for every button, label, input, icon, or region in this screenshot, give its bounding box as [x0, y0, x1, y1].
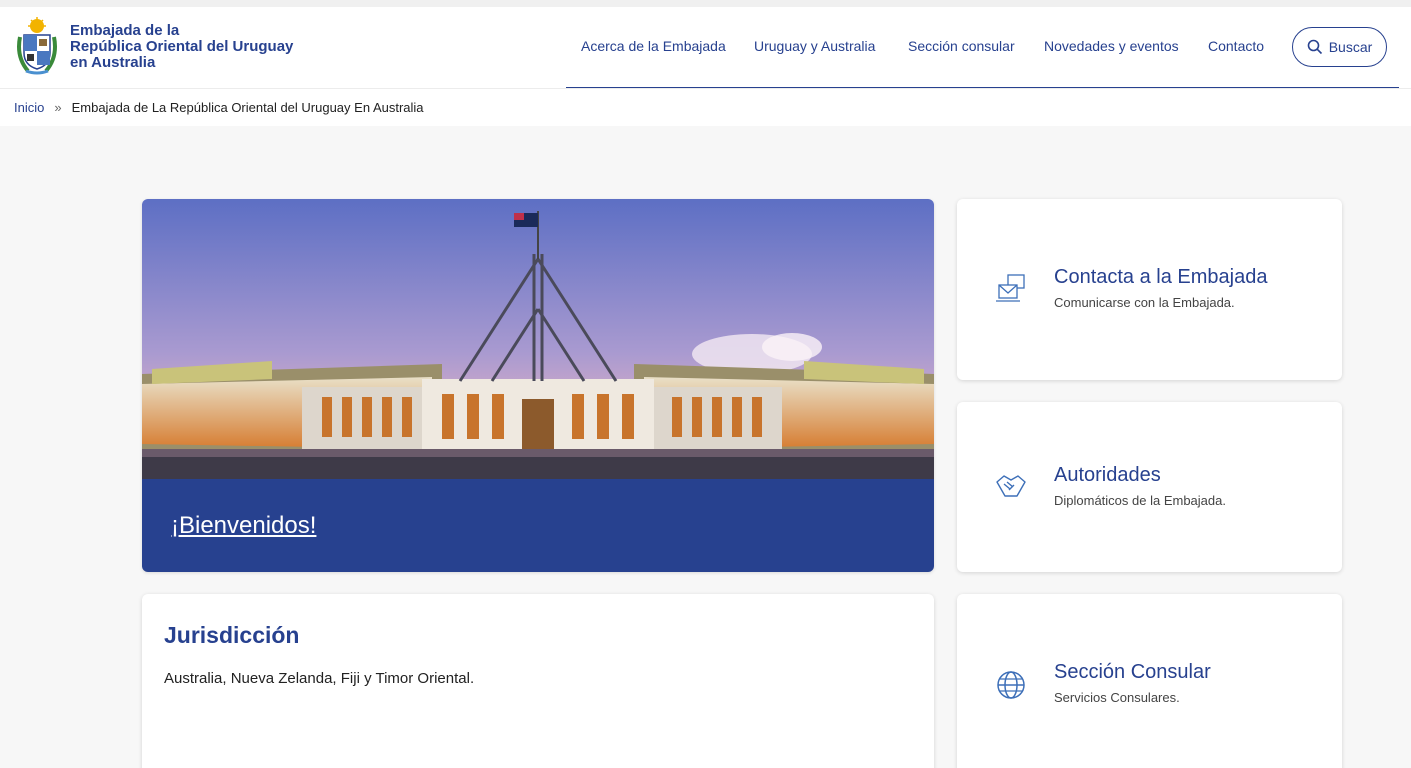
card-contacta[interactable]: Contacta a la Embajada Comunicarse con l…: [957, 199, 1342, 380]
nav-contacto[interactable]: Contacto: [1208, 38, 1264, 54]
hero-title-link[interactable]: ¡Bienvenidos!: [171, 512, 316, 540]
card-autoridades[interactable]: Autoridades Diplomáticos de la Embajada.: [957, 402, 1342, 572]
card-contacta-title: Contacta a la Embajada: [1054, 266, 1268, 288]
card-seccion-consular[interactable]: Sección Consular Servicios Consulares.: [957, 594, 1342, 768]
jurisdiction-card: Jurisdicción Australia, Nueva Zelanda, F…: [142, 594, 934, 768]
breadcrumb-separator: »: [54, 100, 62, 115]
nav-acerca[interactable]: Acerca de la Embajada: [581, 38, 726, 54]
site-logo[interactable]: Embajada de la República Oriental del Ur…: [14, 17, 293, 77]
site-name-line-3: en Australia: [70, 54, 156, 71]
site-name-line-1: Embajada de la: [70, 22, 180, 39]
card-consular-subtitle: Servicios Consulares.: [1054, 690, 1180, 705]
site-name-line-2: República Oriental del Uruguay: [70, 38, 294, 55]
breadcrumb-home[interactable]: Inicio: [14, 100, 44, 115]
hero-card[interactable]: ¡Bienvenidos!: [142, 199, 934, 572]
jurisdiction-text: Australia, Nueva Zelanda, Fiji y Timor O…: [164, 670, 475, 687]
nav-seccion-consular[interactable]: Sección consular: [908, 38, 1015, 54]
nav-uruguay-australia[interactable]: Uruguay y Australia: [754, 38, 875, 54]
nav-novedades[interactable]: Novedades y eventos: [1044, 38, 1179, 54]
breadcrumb-current: Embajada de La República Oriental del Ur…: [71, 100, 424, 115]
top-strip: [0, 0, 1411, 7]
jurisdiction-title: Jurisdicción: [164, 622, 300, 648]
card-autoridades-title: Autoridades: [1054, 464, 1161, 486]
search-button[interactable]: Buscar: [1292, 27, 1387, 67]
search-label: Buscar: [1328, 39, 1373, 55]
handshake-icon: [996, 475, 1026, 497]
card-consular-title: Sección Consular: [1054, 661, 1211, 683]
main-nav: Acerca de la Embajada Uruguay y Australi…: [566, 7, 1399, 88]
hero-band: ¡Bienvenidos!: [142, 479, 934, 572]
coat-of-arms-icon: [17, 17, 57, 75]
site-name: Embajada de la República Oriental del Ur…: [70, 23, 293, 71]
search-icon: [1307, 39, 1322, 55]
parliament-house-image: [142, 199, 934, 479]
globe-icon: [997, 671, 1025, 699]
mail-contact-icon: [996, 274, 1025, 302]
breadcrumb: Inicio » Embajada de La República Oriental…: [0, 89, 1411, 126]
card-contacta-subtitle: Comunicarse con la Embajada.: [1054, 295, 1235, 310]
site-header: Embajada de la República Oriental del Ur…: [0, 7, 1411, 89]
card-autoridades-subtitle: Diplomáticos de la Embajada.: [1054, 493, 1226, 508]
